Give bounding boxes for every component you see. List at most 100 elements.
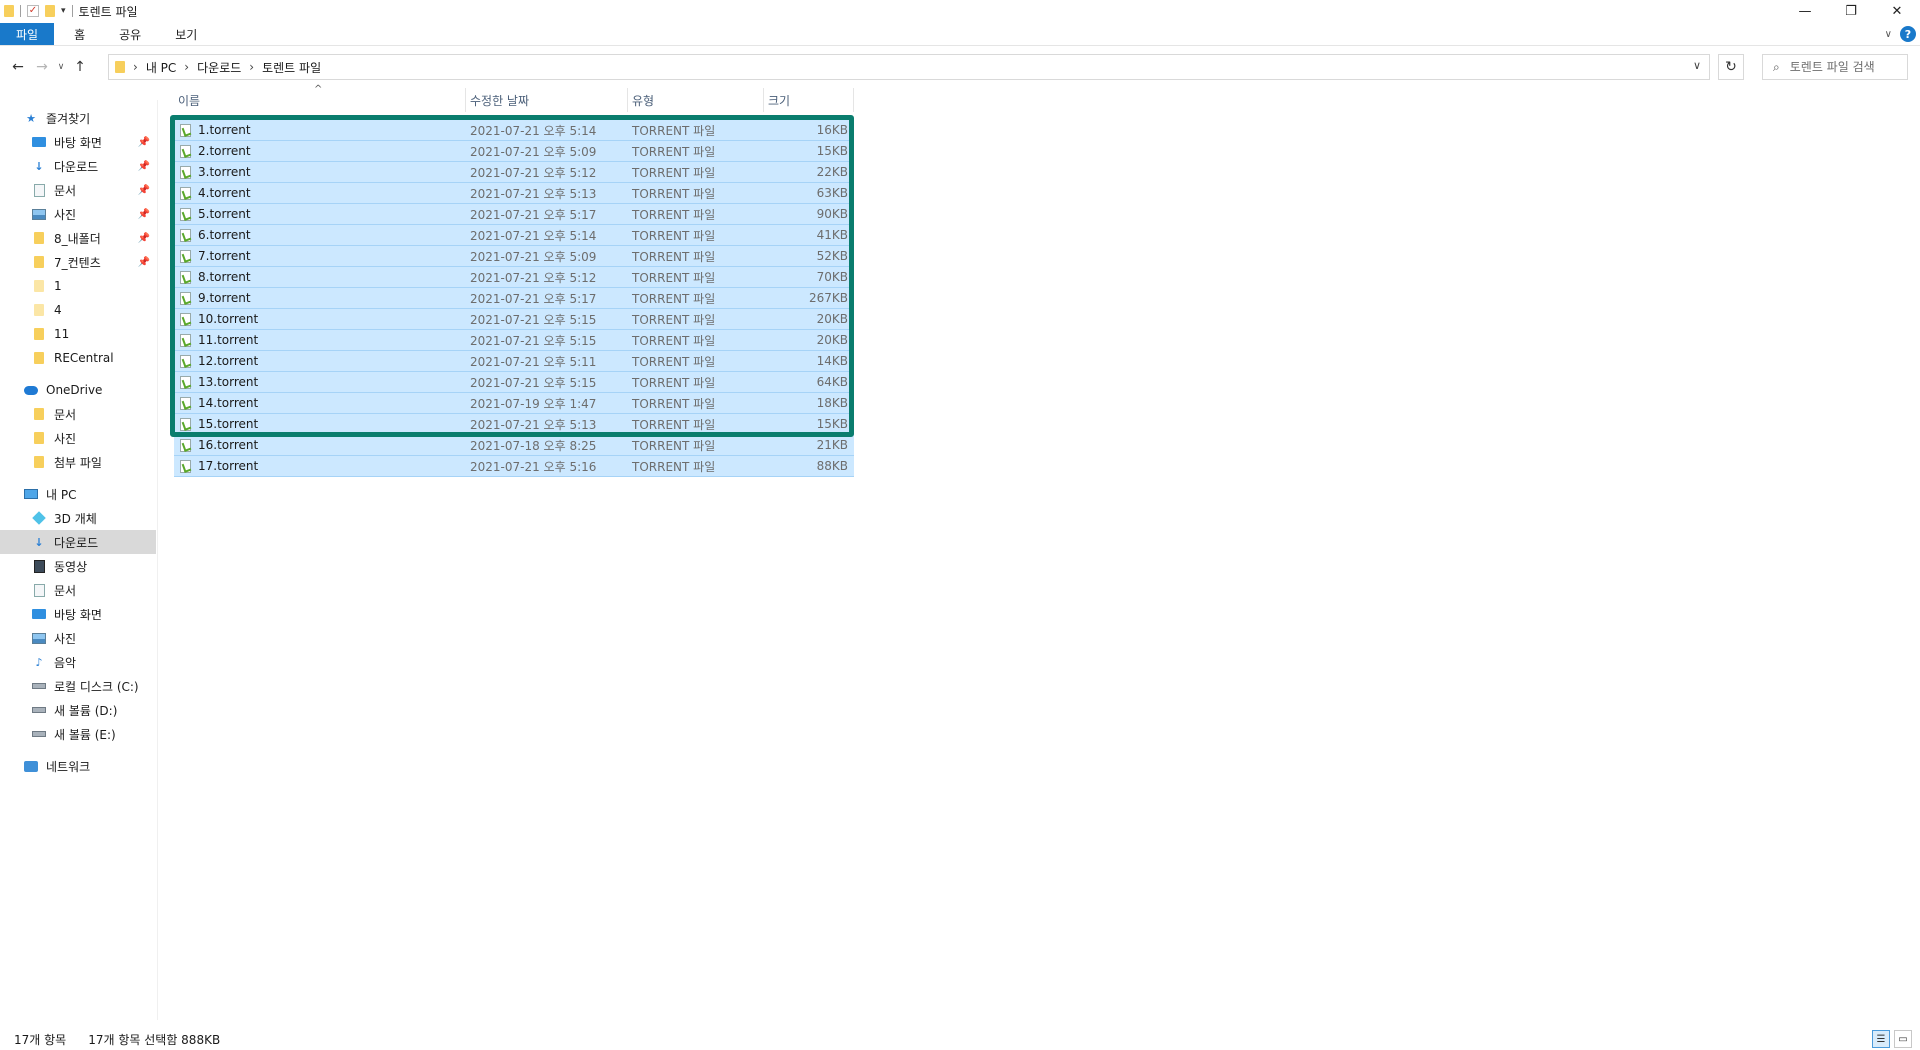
- chevron-right-icon[interactable]: ›: [184, 60, 189, 74]
- sidebar-item-folder-4[interactable]: 4: [0, 298, 156, 322]
- customize-toolbar-icon[interactable]: ▾: [61, 6, 66, 16]
- recent-locations-button[interactable]: ∨: [54, 55, 68, 79]
- column-headers: 이름 ^ 수정한 날짜 유형 크기: [174, 84, 854, 112]
- breadcrumb-this-pc[interactable]: 내 PC: [146, 59, 176, 76]
- forward-button[interactable]: →: [30, 55, 54, 79]
- file-size: 63KB: [816, 186, 848, 200]
- sidebar-item-onedrive-pictures[interactable]: 사진: [0, 426, 156, 450]
- address-bar[interactable]: › 내 PC › 다운로드 › 토렌트 파일 ∨: [108, 54, 1710, 80]
- chevron-right-icon[interactable]: ›: [133, 60, 138, 74]
- breadcrumb-torrent-files[interactable]: 토렌트 파일: [262, 59, 321, 76]
- search-input[interactable]: [1789, 60, 1900, 74]
- table-row[interactable]: 8.torrent 2021-07-21 오후 5:12 TORRENT 파일 70K…: [174, 267, 854, 288]
- pin-icon[interactable]: 📌: [138, 185, 150, 196]
- sidebar-item-pictures[interactable]: 사진 📌: [0, 202, 156, 226]
- drive-icon: [32, 731, 46, 737]
- table-row[interactable]: 2.torrent 2021-07-21 오후 5:09 TORRENT 파일 15K…: [174, 141, 854, 162]
- close-button[interactable]: ✕: [1874, 0, 1920, 22]
- table-row[interactable]: 11.torrent 2021-07-21 오후 5:15 TORRENT 파일 20…: [174, 330, 854, 351]
- sidebar-item-drive-d[interactable]: 새 볼륨 (D:): [0, 698, 156, 722]
- pin-icon[interactable]: 📌: [138, 209, 150, 220]
- sidebar-item-drive-c[interactable]: 로컬 디스크 (C:): [0, 674, 156, 698]
- sidebar-item-music[interactable]: ♪ 음악: [0, 650, 156, 674]
- sidebar-item-videos[interactable]: 동영상: [0, 554, 156, 578]
- sidebar-item-label: 네트워크: [46, 759, 91, 774]
- up-button[interactable]: ↑: [68, 55, 92, 79]
- column-header-label: 이름: [178, 93, 201, 108]
- tab-home[interactable]: 홈: [60, 23, 99, 45]
- sidebar-item-network[interactable]: 네트워크: [0, 754, 156, 778]
- table-row[interactable]: 3.torrent 2021-07-21 오후 5:12 TORRENT 파일 22K…: [174, 162, 854, 183]
- folder-icon: [115, 61, 125, 73]
- desktop-icon: [32, 609, 46, 619]
- sidebar-item-onedrive-attachments[interactable]: 첨부 파일: [0, 450, 156, 474]
- pin-icon[interactable]: 📌: [138, 137, 150, 148]
- sidebar-item-label: OneDrive: [46, 383, 103, 397]
- pin-icon[interactable]: 📌: [138, 257, 150, 268]
- file-size: 41KB: [816, 228, 848, 242]
- chevron-right-icon[interactable]: ›: [249, 60, 254, 74]
- sidebar-item-label: 음악: [54, 655, 77, 670]
- minimize-button[interactable]: —: [1782, 0, 1828, 22]
- sidebar-item-pc-downloads[interactable]: ↓ 다운로드: [0, 530, 156, 554]
- file-type: TORRENT 파일: [632, 186, 716, 201]
- sidebar-item-label: 새 볼륨 (E:): [54, 727, 116, 742]
- search-box[interactable]: ⌕: [1762, 54, 1908, 80]
- table-row[interactable]: 13.torrent 2021-07-21 오후 5:15 TORRENT 파일 64…: [174, 372, 854, 393]
- table-row[interactable]: 14.torrent 2021-07-19 오후 1:47 TORRENT 파일 18…: [174, 393, 854, 414]
- column-header-name[interactable]: 이름 ^: [174, 84, 466, 112]
- table-row[interactable]: 12.torrent 2021-07-21 오후 5:11 TORRENT 파일 14…: [174, 351, 854, 372]
- large-icons-view-icon[interactable]: ▭: [1894, 1030, 1912, 1048]
- tab-view[interactable]: 보기: [161, 23, 211, 45]
- sidebar-item-onedrive-documents[interactable]: 문서: [0, 402, 156, 426]
- table-row[interactable]: 5.torrent 2021-07-21 오후 5:17 TORRENT 파일 90K…: [174, 204, 854, 225]
- pin-icon[interactable]: 📌: [138, 233, 150, 244]
- folder-icon: [34, 328, 44, 340]
- search-icon: ⌕: [1773, 59, 1780, 74]
- sidebar-item-documents[interactable]: 문서 📌: [0, 178, 156, 202]
- refresh-button[interactable]: ↻: [1718, 54, 1744, 80]
- table-row[interactable]: 4.torrent 2021-07-21 오후 5:13 TORRENT 파일 63K…: [174, 183, 854, 204]
- sidebar-item-my-folder[interactable]: 8_내폴더 📌: [0, 226, 156, 250]
- sidebar-item-folder-11[interactable]: 11: [0, 322, 156, 346]
- column-header-type[interactable]: 유형: [628, 88, 764, 112]
- sidebar-item-pc-desktop[interactable]: 바탕 화면: [0, 602, 156, 626]
- chevron-down-icon[interactable]: ∨: [1693, 59, 1701, 72]
- table-row[interactable]: 10.torrent 2021-07-21 오후 5:15 TORRENT 파일 20…: [174, 309, 854, 330]
- sidebar-item-recentral[interactable]: RECentral: [0, 346, 156, 370]
- expand-ribbon-icon[interactable]: ∨: [1885, 29, 1892, 40]
- table-row[interactable]: 9.torrent 2021-07-21 오후 5:17 TORRENT 파일 267…: [174, 288, 854, 309]
- sidebar-item-label: 문서: [54, 183, 77, 198]
- table-row[interactable]: 15.torrent 2021-07-21 오후 5:13 TORRENT 파일 15…: [174, 414, 854, 435]
- torrent-file-icon: [180, 144, 191, 158]
- table-row[interactable]: 17.torrent 2021-07-21 오후 5:16 TORRENT 파일 88…: [174, 456, 854, 477]
- table-row[interactable]: 7.torrent 2021-07-21 오후 5:09 TORRENT 파일 52K…: [174, 246, 854, 267]
- table-row[interactable]: 1.torrent 2021-07-21 오후 5:14 TORRENT 파일 16K…: [174, 120, 854, 141]
- tab-file[interactable]: 파일: [0, 23, 55, 45]
- sidebar-item-pc-documents[interactable]: 문서: [0, 578, 156, 602]
- column-header-size[interactable]: 크기: [764, 88, 854, 112]
- file-name: 9.torrent: [198, 291, 251, 305]
- table-row[interactable]: 16.torrent 2021-07-18 오후 8:25 TORRENT 파일 21…: [174, 435, 854, 456]
- breadcrumb-downloads[interactable]: 다운로드: [197, 59, 241, 76]
- properties-icon[interactable]: ✓: [27, 5, 39, 17]
- maximize-button[interactable]: ❐: [1828, 0, 1874, 22]
- sidebar-item-onedrive[interactable]: OneDrive: [0, 378, 156, 402]
- sidebar-item-desktop[interactable]: 바탕 화면 📌: [0, 130, 156, 154]
- sidebar-item-downloads[interactable]: ↓ 다운로드 📌: [0, 154, 156, 178]
- sidebar-item-quick-access[interactable]: ★ 즐겨찾기: [0, 106, 156, 130]
- sidebar-item-drive-e[interactable]: 새 볼륨 (E:): [0, 722, 156, 746]
- pin-icon[interactable]: 📌: [138, 161, 150, 172]
- sidebar-item-contents[interactable]: 7_컨텐츠 📌: [0, 250, 156, 274]
- column-header-date[interactable]: 수정한 날짜: [466, 88, 628, 112]
- back-button[interactable]: ←: [6, 55, 30, 79]
- new-folder-icon[interactable]: [45, 5, 55, 17]
- details-view-icon[interactable]: ☰: [1872, 1030, 1890, 1048]
- sidebar-item-pc-pictures[interactable]: 사진: [0, 626, 156, 650]
- sidebar-item-this-pc[interactable]: 내 PC: [0, 482, 156, 506]
- tab-share[interactable]: 공유: [105, 23, 155, 45]
- sidebar-item-3d-objects[interactable]: 3D 개체: [0, 506, 156, 530]
- sidebar-item-folder-1[interactable]: 1: [0, 274, 156, 298]
- help-icon[interactable]: ?: [1900, 26, 1916, 42]
- table-row[interactable]: 6.torrent 2021-07-21 오후 5:14 TORRENT 파일 41K…: [174, 225, 854, 246]
